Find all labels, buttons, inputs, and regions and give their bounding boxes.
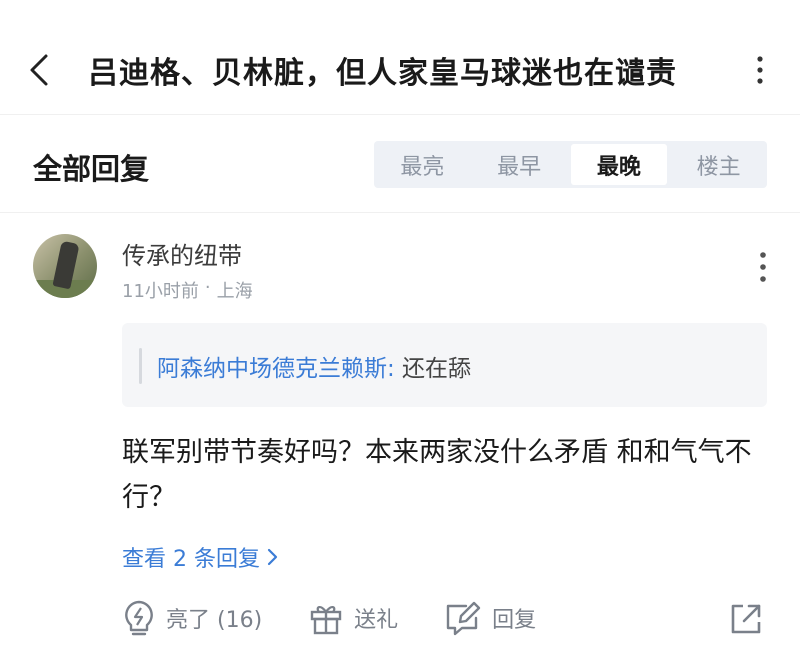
tab-latest[interactable]: 最晚 <box>570 144 668 185</box>
light-count: 亮了 (16) <box>166 608 263 633</box>
share-icon[interactable] <box>728 601 764 637</box>
avatar[interactable] <box>33 234 97 298</box>
username[interactable]: 传承的纽带 <box>122 236 242 271</box>
divider <box>0 114 800 115</box>
comment-meta: 11小时前 · 上海 <box>122 277 253 303</box>
location: 上海 <box>216 281 253 302</box>
page-title: 吕迪格、贝林脏，但人家皇马球迷也在谴责 <box>88 56 677 91</box>
quote-text: 阿森纳中场德克兰赖斯: 还在舔 <box>157 349 471 383</box>
section-title: 全部回复 <box>33 152 150 186</box>
top-bar: 吕迪格、贝林脏，但人家皇马球迷也在谴责 <box>0 0 800 112</box>
quoted-reply: 阿森纳中场德克兰赖斯: 还在舔 <box>122 323 767 407</box>
reply-button[interactable]: 回复 <box>444 600 536 636</box>
view-replies-link[interactable]: 查看 2 条回复 <box>122 541 278 573</box>
quote-bar <box>139 348 142 384</box>
quote-body: 还在舔 <box>394 356 472 382</box>
divider <box>0 212 800 213</box>
quote-author[interactable]: 阿森纳中场德克兰赖斯: <box>157 356 395 382</box>
comment-actions: 亮了 (16) 送礼 回复 <box>122 596 582 640</box>
back-icon[interactable] <box>26 52 54 88</box>
timestamp: 11小时前 <box>122 281 199 302</box>
reply-label: 回复 <box>492 608 537 633</box>
tab-op-only[interactable]: 楼主 <box>670 141 767 188</box>
gift-label: 送礼 <box>354 608 399 633</box>
light-button[interactable]: 亮了 (16) <box>122 599 262 637</box>
comment-content: 联军别带节奏好吗？本来两家没什么矛盾 和和气气不行？ <box>122 437 752 513</box>
lightning-bulb-icon <box>125 600 153 636</box>
gift-icon <box>310 606 342 635</box>
tab-brightest[interactable]: 最亮 <box>374 141 471 188</box>
sort-tabs: 最亮 最早 最晚 楼主 <box>374 141 767 188</box>
meta-separator: · <box>204 277 211 298</box>
more-options-icon[interactable] <box>748 54 772 86</box>
view-replies-label: 查看 2 条回复 <box>122 547 260 572</box>
tab-earliest[interactable]: 最早 <box>471 141 568 188</box>
gift-button[interactable]: 送礼 <box>308 600 398 636</box>
comment-more-icon[interactable] <box>752 250 774 284</box>
chevron-right-icon <box>267 548 278 566</box>
edit-reply-icon <box>446 601 481 636</box>
